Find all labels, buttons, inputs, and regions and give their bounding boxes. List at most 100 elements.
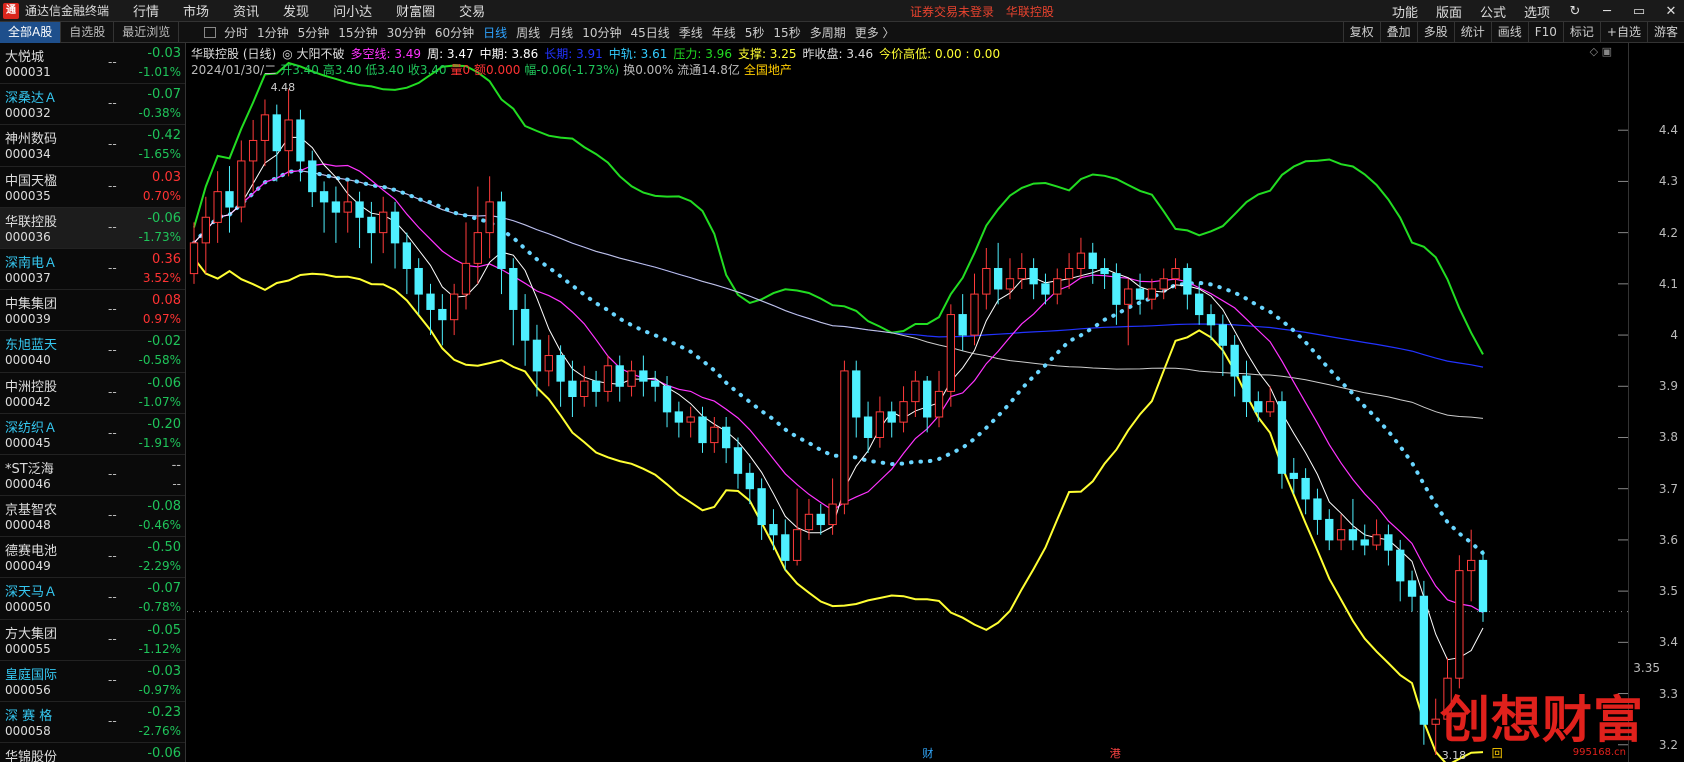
login-notice[interactable]: 证券交易未登录 华联控股 bbox=[910, 3, 1054, 20]
notice-stock[interactable]: 华联控股 bbox=[1006, 5, 1054, 19]
stock-row[interactable]: 京基智农 000048 -- -0.08 -0.46% bbox=[0, 496, 185, 538]
tool-tab-1[interactable]: 叠加 bbox=[1379, 22, 1417, 43]
stock-tab-1[interactable]: 自选股 bbox=[61, 22, 115, 43]
indicator-info-line: 华联控股 (日线) ◎ 大阳不破 多空线: 3.49 周: 3.47 中期: 3.86 长… bbox=[191, 45, 1000, 62]
tool-tab-6[interactable]: 标记 bbox=[1562, 22, 1600, 43]
stock-change: 0.03 bbox=[152, 169, 181, 185]
period-tab-9[interactable]: 10分钟 bbox=[582, 24, 621, 41]
ohlc-value: 全国地产 bbox=[743, 63, 792, 77]
period-tab-11[interactable]: 季线 bbox=[679, 24, 703, 41]
stock-row[interactable]: 方大集团 000055 -- -0.05 -1.12% bbox=[0, 620, 185, 661]
login-notice-text[interactable]: 证券交易未登录 bbox=[910, 5, 994, 19]
indicator-value: ◎ 大阳不破 bbox=[282, 47, 345, 61]
tool-tab-2[interactable]: 多股 bbox=[1416, 22, 1454, 43]
period-tab-1[interactable]: 1分钟 bbox=[257, 24, 289, 41]
stock-row[interactable]: 深南电Ａ 000037 -- 0.36 3.52% bbox=[0, 249, 185, 291]
tool-tab-0[interactable]: 复权 bbox=[1342, 22, 1380, 43]
top-menu-2[interactable]: 公式 bbox=[1480, 2, 1506, 21]
top-menu-1[interactable]: 版面 bbox=[1436, 2, 1462, 21]
tool-tab-5[interactable]: F10 bbox=[1527, 22, 1563, 43]
period-tab-16[interactable]: 更多 〉 bbox=[855, 24, 895, 41]
chart-expand-icon[interactable]: ◇ ▣ bbox=[1590, 45, 1612, 58]
period-tab-4[interactable]: 30分钟 bbox=[387, 24, 426, 41]
stock-row[interactable]: 德赛电池 000049 -- -0.50 -2.29% bbox=[0, 537, 185, 579]
candle-down bbox=[367, 216, 376, 234]
stock-row[interactable]: 神州数码 000034 -- -0.42 -1.65% bbox=[0, 125, 185, 167]
menu-item-4[interactable]: 问小达 bbox=[333, 1, 372, 20]
stock-placeholder: -- bbox=[108, 755, 117, 762]
kline-chart-panel[interactable]: 4.48 3.18 华联控股 (日线) ◎ 大阳不破 多空线: 3.49 周: 3.47… bbox=[187, 43, 1684, 762]
period-tab-14[interactable]: 15秒 bbox=[773, 24, 800, 41]
event-marker-0[interactable]: 财 bbox=[922, 748, 934, 760]
period-tab-6[interactable]: 日线 bbox=[483, 24, 507, 41]
candle-down bbox=[1348, 529, 1358, 541]
period-tab-13[interactable]: 5秒 bbox=[745, 24, 765, 41]
candle-up bbox=[213, 191, 222, 223]
period-tab-3[interactable]: 15分钟 bbox=[338, 24, 377, 41]
stock-row[interactable]: 深桑达Ａ 000032 -- -0.07 -0.38% bbox=[0, 84, 185, 126]
tool-tab-7[interactable]: +自选 bbox=[1599, 22, 1647, 43]
stock-row[interactable]: 中集集团 000039 -- 0.08 0.97% bbox=[0, 290, 185, 332]
stock-change: -0.06 bbox=[147, 746, 181, 762]
stock-row[interactable]: 华联控股 000036 -- -0.06 -1.73% bbox=[0, 207, 185, 249]
candle-up bbox=[911, 380, 920, 403]
stock-row[interactable]: 东旭蓝天 000040 -- -0.02 -0.58% bbox=[0, 331, 185, 373]
period-tab-7[interactable]: 周线 bbox=[516, 24, 540, 41]
candle-up bbox=[982, 267, 991, 295]
menu-item-5[interactable]: 财富圈 bbox=[396, 1, 435, 20]
stock-change-pct: -1.65% bbox=[138, 147, 181, 162]
restore-icon[interactable]: ▭ bbox=[1632, 4, 1646, 19]
stock-tab-0[interactable]: 全部A股 bbox=[0, 22, 62, 43]
top-menu-3[interactable]: 选项 bbox=[1524, 2, 1550, 21]
candle-down bbox=[272, 114, 281, 152]
stock-row[interactable]: 华锦股份 -- -0.06 bbox=[0, 743, 185, 762]
candle-up bbox=[1005, 278, 1015, 290]
y-tick-label: 4.3 bbox=[1658, 174, 1678, 189]
candle-down bbox=[615, 365, 624, 387]
indicator-value: 华联控股 (日线) bbox=[191, 47, 277, 61]
stock-row[interactable]: *ST泛海 000046 -- -- -- bbox=[0, 455, 185, 497]
close-icon[interactable]: ✕ bbox=[1664, 4, 1678, 19]
stock-row[interactable]: 中洲控股 000042 -- -0.06 -1.07% bbox=[0, 373, 185, 414]
stock-row[interactable]: 中国天楹 000035 -- 0.03 0.70% bbox=[0, 167, 185, 208]
period-tab-15[interactable]: 多周期 bbox=[810, 24, 846, 41]
top-menu-0[interactable]: 功能 bbox=[1392, 2, 1418, 21]
stock-tab-2[interactable]: 最近浏览 bbox=[114, 22, 180, 43]
menu-item-1[interactable]: 市场 bbox=[183, 1, 209, 20]
period-tab-10[interactable]: 45日线 bbox=[630, 24, 669, 41]
stock-name: 东旭蓝天 bbox=[5, 338, 58, 354]
stock-row[interactable]: 大悦城 000031 -- -0.03 -1.01% bbox=[0, 43, 185, 85]
period-tab-12[interactable]: 年线 bbox=[712, 24, 736, 41]
candle-up bbox=[1124, 288, 1133, 305]
period-tab-5[interactable]: 60分钟 bbox=[435, 24, 474, 41]
stock-placeholder: -- bbox=[108, 137, 117, 152]
candle-down bbox=[331, 201, 341, 213]
kline-chart[interactable]: 4.483.18 bbox=[187, 43, 1628, 762]
candle-down bbox=[390, 211, 400, 244]
stock-row[interactable]: 深 赛 格 000058 -- -0.23 -2.76% bbox=[0, 702, 185, 744]
event-marker-1[interactable]: 港 bbox=[1109, 748, 1121, 760]
stock-name: 华联控股 bbox=[5, 214, 58, 230]
period-tab-8[interactable]: 月线 bbox=[549, 24, 573, 41]
panel-toggle-icon[interactable] bbox=[204, 27, 216, 38]
stock-row[interactable]: 深纺织Ａ 000045 -- -0.20 -1.91% bbox=[0, 414, 185, 455]
menu-item-2[interactable]: 资讯 bbox=[233, 1, 259, 20]
period-tab-2[interactable]: 5分钟 bbox=[298, 24, 330, 41]
guest-label[interactable]: 游客 bbox=[1646, 22, 1684, 43]
stock-row[interactable]: 皇庭国际 000056 -- -0.03 -0.97% bbox=[0, 661, 185, 702]
minimize-icon[interactable]: ─ bbox=[1600, 4, 1614, 19]
stock-code: 000055 bbox=[5, 641, 51, 656]
stock-code: 000032 bbox=[5, 106, 51, 121]
menu-item-3[interactable]: 发现 bbox=[283, 1, 309, 20]
period-tab-0[interactable]: 分时 bbox=[224, 24, 248, 41]
menu-item-6[interactable]: 交易 bbox=[459, 1, 485, 20]
refresh-icon[interactable]: ↻ bbox=[1568, 4, 1582, 19]
menu-item-0[interactable]: 行情 bbox=[133, 1, 159, 20]
stock-row[interactable]: 深天马Ａ 000050 -- -0.07 -0.78% bbox=[0, 578, 185, 620]
event-marker-2[interactable]: 回 bbox=[1491, 748, 1503, 760]
tool-tab-3[interactable]: 统计 bbox=[1453, 22, 1491, 43]
candle-down bbox=[509, 267, 518, 310]
stock-list[interactable]: 大悦城 000031 -- -0.03 -1.01% 深桑达Ａ 000032 -- -0.07 -… bbox=[0, 43, 186, 762]
stock-code: 000035 bbox=[5, 188, 51, 203]
tool-tab-4[interactable]: 画线 bbox=[1490, 22, 1528, 43]
